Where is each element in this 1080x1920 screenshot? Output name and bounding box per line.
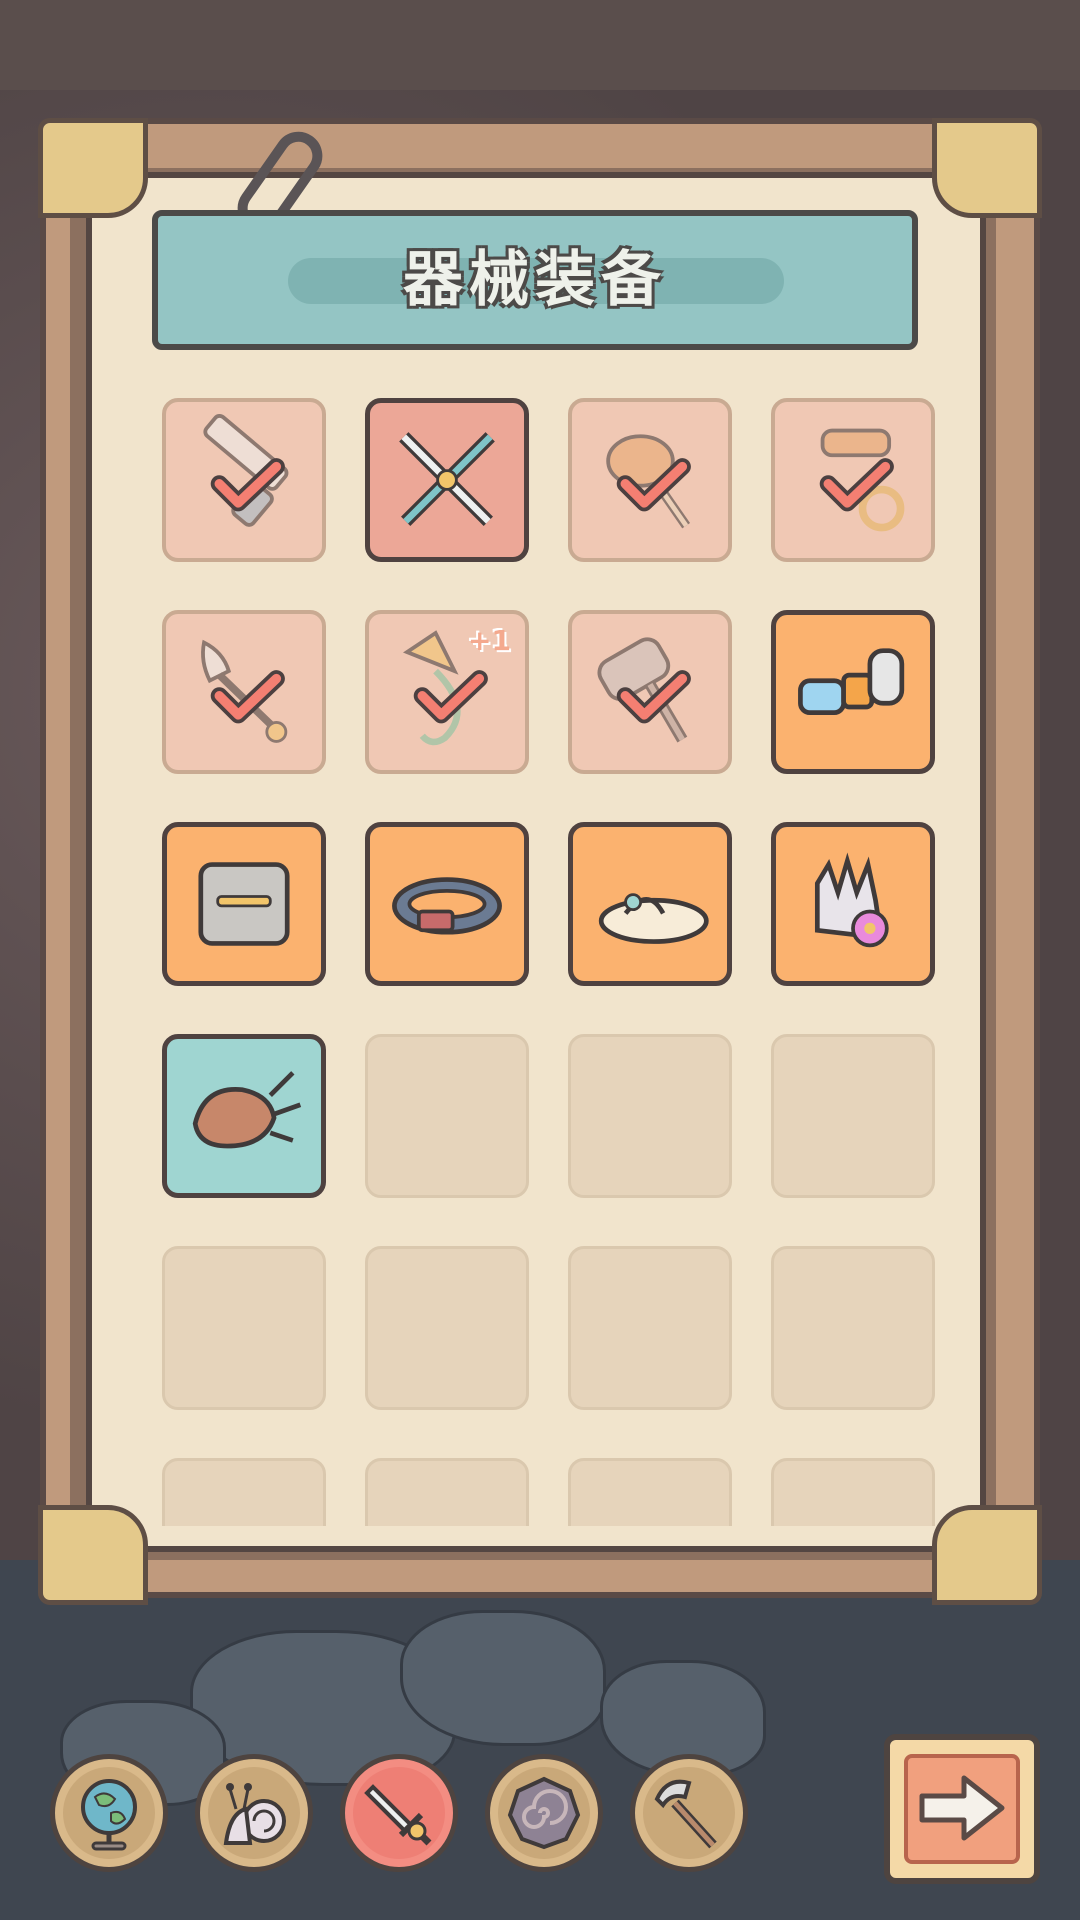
belt-icon: [392, 877, 502, 935]
ruler-icon: [203, 414, 289, 527]
equipment-slot-cage-hammer[interactable]: [568, 610, 732, 774]
equipment-grid[interactable]: +1: [90, 380, 986, 1526]
crossed-swords-icon: [399, 432, 495, 526]
upgrade-badge: +1: [468, 624, 511, 657]
globe-icon: [81, 1779, 137, 1851]
equipment-slot-claw-gauntlet[interactable]: [162, 1034, 326, 1198]
equipment-slot-goggles[interactable]: [771, 610, 935, 774]
club-icon: [606, 434, 691, 529]
equipment-slot-flower-glove[interactable]: [771, 822, 935, 986]
mace-icon: [819, 428, 905, 532]
spiral-shield-icon: [507, 1776, 581, 1850]
snail-icon: [223, 1783, 286, 1845]
page-title: 器械装备: [403, 245, 667, 315]
nav-globe-button[interactable]: [50, 1754, 168, 1872]
empty-slot: [365, 1034, 529, 1198]
nav-tools-button[interactable]: [630, 1754, 748, 1872]
empty-slot: [771, 1458, 935, 1526]
nav-shield-button[interactable]: [485, 1754, 603, 1872]
hammer-icon: [654, 1779, 717, 1849]
equipment-slot-arrow-hook[interactable]: +1: [365, 610, 529, 774]
empty-slot: [365, 1458, 529, 1526]
empty-slot: [162, 1458, 326, 1526]
nav-weapons-button[interactable]: [340, 1754, 458, 1872]
spear-icon: [201, 639, 288, 743]
next-button[interactable]: [884, 1734, 1040, 1884]
equipment-slot-flower-sandal[interactable]: [568, 822, 732, 986]
equipment-slot-rolling-pin-mace[interactable]: [771, 398, 935, 562]
background-top: [0, 0, 1080, 90]
equipment-slot-crossed-swords[interactable]: [365, 398, 529, 562]
equipment-slot-brain-club[interactable]: [568, 398, 732, 562]
empty-slot: [771, 1034, 935, 1198]
equipment-slot-collar-belt[interactable]: [365, 822, 529, 986]
equipment-slot-stone-armor[interactable]: [162, 822, 326, 986]
goggles-icon: [798, 648, 905, 716]
rock: [400, 1610, 606, 1746]
sword-icon: [364, 1784, 432, 1846]
claw-icon: [192, 1071, 302, 1149]
brass-corner: [38, 118, 148, 218]
empty-slot: [771, 1246, 935, 1410]
brass-corner: [932, 118, 1042, 218]
hammer-icon: [597, 637, 691, 743]
empty-slot: [162, 1246, 326, 1410]
empty-slot: [568, 1246, 732, 1410]
empty-slot: [568, 1458, 732, 1526]
equipment-slot-rocket-spear[interactable]: [162, 610, 326, 774]
glove-icon: [814, 852, 889, 948]
nav-snail-button[interactable]: [195, 1754, 313, 1872]
empty-slot: [568, 1034, 732, 1198]
arrow-right-icon: [919, 1775, 1005, 1841]
empty-slot: [365, 1246, 529, 1410]
armor-icon: [198, 862, 290, 946]
sandal-icon: [598, 893, 709, 944]
equipment-slot-ruler-weapon[interactable]: [162, 398, 326, 562]
